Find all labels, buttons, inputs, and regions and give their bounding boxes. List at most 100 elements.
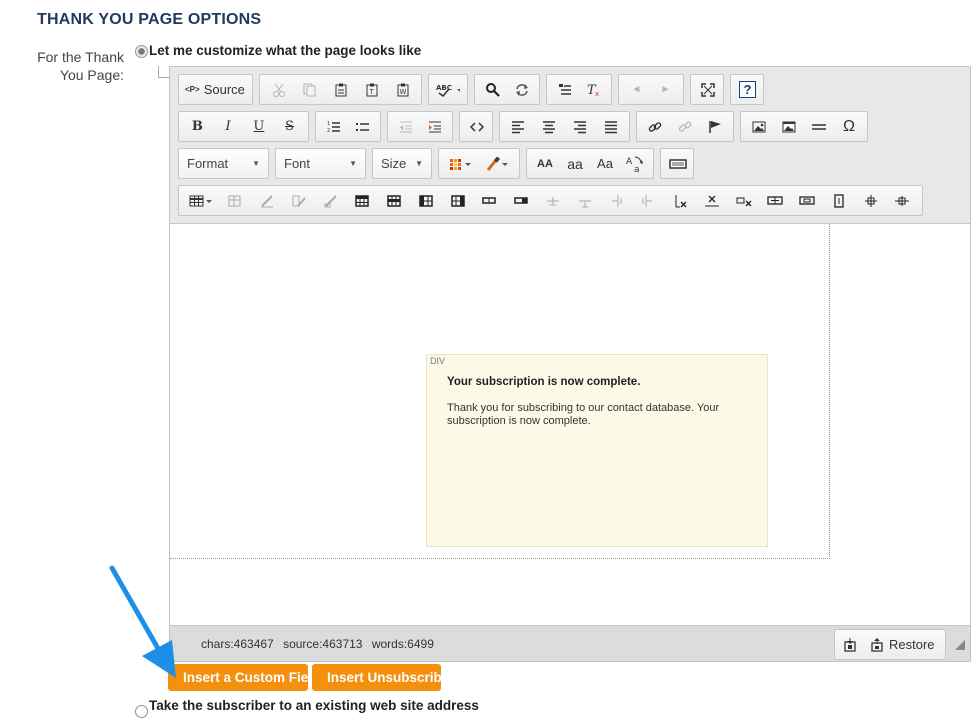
underline-button[interactable]: U bbox=[245, 114, 272, 139]
image-icon[interactable] bbox=[746, 114, 773, 139]
maximize-icon[interactable] bbox=[694, 77, 721, 102]
unlink-icon[interactable] bbox=[672, 114, 699, 139]
delete-row-x-icon[interactable] bbox=[698, 188, 725, 213]
paste-icon[interactable] bbox=[327, 77, 354, 102]
radio-existing-url[interactable] bbox=[135, 705, 148, 718]
merge-down-icon[interactable] bbox=[825, 188, 852, 213]
paste-word-icon[interactable]: W bbox=[389, 77, 416, 102]
cell-vertical-split-icon[interactable] bbox=[635, 188, 662, 213]
copy-icon[interactable] bbox=[296, 77, 323, 102]
split-cell-v-icon[interactable] bbox=[603, 188, 630, 213]
align-center-icon[interactable] bbox=[536, 114, 563, 139]
align-left-icon[interactable] bbox=[505, 114, 532, 139]
outdent-icon[interactable] bbox=[392, 114, 419, 139]
undo-icon[interactable]: ◄ bbox=[623, 77, 650, 102]
cell-edit-icon[interactable] bbox=[254, 188, 281, 213]
row-edit-icon[interactable] bbox=[285, 188, 312, 213]
titlecase-button[interactable]: Aa bbox=[592, 151, 619, 176]
restore-button[interactable]: Restore bbox=[871, 637, 935, 652]
list-group: 12 bbox=[315, 111, 381, 142]
lowercase-button[interactable]: aa bbox=[562, 151, 589, 176]
code-snippet-icon[interactable] bbox=[463, 114, 490, 139]
svg-text:A: A bbox=[626, 157, 633, 167]
find-icon[interactable] bbox=[479, 77, 506, 102]
table-tools-group bbox=[178, 185, 923, 216]
image-manager-icon[interactable] bbox=[776, 114, 803, 139]
option-customize-label: Let me customize what the page looks lik… bbox=[149, 43, 422, 58]
special-char-icon[interactable]: Ω bbox=[836, 114, 863, 139]
word-count: words:6499 bbox=[371, 637, 434, 651]
source-icon: <P> bbox=[185, 85, 200, 94]
message-div-block[interactable]: DIV Your subscription is now complete. T… bbox=[426, 354, 768, 547]
merge-right-icon[interactable] bbox=[794, 188, 821, 213]
select-format-group: Tx bbox=[546, 74, 612, 105]
insert-column-right-icon[interactable] bbox=[444, 188, 471, 213]
basic-styles-group: B I U S bbox=[178, 111, 309, 142]
size-dropdown[interactable]: Size ▼ bbox=[372, 148, 432, 179]
split-cell-h-icon[interactable] bbox=[571, 188, 598, 213]
document-stats: chars:463467 source:463713 words:6499 bbox=[201, 637, 440, 651]
background-color-icon[interactable] bbox=[482, 151, 514, 176]
strikethrough-button[interactable]: S bbox=[276, 114, 303, 139]
replace-icon[interactable] bbox=[508, 77, 535, 102]
resize-grip-icon[interactable] bbox=[955, 640, 965, 650]
split-horizontal-icon[interactable] bbox=[857, 188, 884, 213]
bold-button[interactable]: B bbox=[184, 114, 211, 139]
numbered-list-icon[interactable]: 12 bbox=[320, 114, 347, 139]
cut-icon[interactable] bbox=[265, 77, 292, 102]
spellcheck-icon[interactable]: ABC bbox=[432, 77, 464, 102]
indent-group bbox=[387, 111, 453, 142]
editor-content-area[interactable]: DIV Your subscription is now complete. T… bbox=[170, 224, 970, 625]
help-icon[interactable]: ? bbox=[734, 77, 761, 102]
italic-button[interactable]: I bbox=[215, 114, 242, 139]
delete-cells-icon[interactable] bbox=[666, 188, 693, 213]
restore-label: Restore bbox=[889, 637, 935, 652]
help-group: ? bbox=[730, 74, 764, 105]
redo-icon[interactable]: ► bbox=[652, 77, 679, 102]
text-transform-group: AA aa Aa Aa bbox=[526, 148, 654, 179]
save-draft-icon[interactable] bbox=[841, 632, 859, 657]
source-count: source:463713 bbox=[283, 637, 363, 651]
radio-customize-page[interactable] bbox=[135, 45, 148, 58]
insert-row-above-icon[interactable] bbox=[349, 188, 376, 213]
text-field-icon[interactable] bbox=[664, 151, 691, 176]
align-justify-icon[interactable] bbox=[597, 114, 624, 139]
uppercase-button[interactable]: AA bbox=[532, 151, 559, 176]
delete-column-x-icon[interactable] bbox=[730, 188, 757, 213]
paste-text-icon[interactable]: T bbox=[358, 77, 385, 102]
link-group bbox=[636, 111, 734, 142]
format-dropdown[interactable]: Format ▼ bbox=[178, 148, 269, 179]
insert-column-left-icon[interactable] bbox=[412, 188, 439, 213]
insert-unsubscribe-button[interactable]: Insert Unsubscribe Link bbox=[312, 664, 441, 691]
select-all-icon[interactable] bbox=[551, 77, 578, 102]
bulleted-list-icon[interactable] bbox=[349, 114, 376, 139]
split-vertical-icon[interactable] bbox=[889, 188, 916, 213]
merge-cells-icon[interactable] bbox=[539, 188, 566, 213]
callout-arrow-icon bbox=[109, 565, 176, 678]
delete-row-icon[interactable] bbox=[476, 188, 503, 213]
delete-column-icon[interactable] bbox=[508, 188, 535, 213]
align-right-icon[interactable] bbox=[566, 114, 593, 139]
message-body: Thank you for subscribing to our contact… bbox=[447, 402, 720, 427]
remove-format-icon[interactable]: Tx bbox=[580, 77, 607, 102]
link-icon[interactable] bbox=[642, 114, 669, 139]
format-label: Format bbox=[187, 156, 229, 171]
indent-icon[interactable] bbox=[421, 114, 448, 139]
message-heading: Your subscription is now complete. bbox=[447, 376, 641, 388]
merge-horizontal-icon[interactable] bbox=[762, 188, 789, 213]
anchor-flag-icon[interactable] bbox=[702, 114, 729, 139]
insert-row-below-icon[interactable] bbox=[381, 188, 408, 213]
color-group bbox=[438, 148, 520, 179]
font-dropdown[interactable]: Font ▼ bbox=[275, 148, 366, 179]
text-color-icon[interactable] bbox=[445, 151, 477, 176]
transform-cycle-icon[interactable]: Aa bbox=[622, 151, 649, 176]
div-tag-label: DIV bbox=[430, 356, 446, 366]
font-label: Font bbox=[284, 156, 311, 171]
table-properties-icon[interactable] bbox=[222, 188, 249, 213]
column-edit-icon[interactable] bbox=[317, 188, 344, 213]
table-icon[interactable] bbox=[185, 188, 217, 213]
input-field-group bbox=[660, 148, 694, 179]
horizontal-rule-icon[interactable] bbox=[806, 114, 833, 139]
source-button[interactable]: <P> Source bbox=[182, 77, 248, 102]
svg-text:2: 2 bbox=[327, 128, 330, 134]
